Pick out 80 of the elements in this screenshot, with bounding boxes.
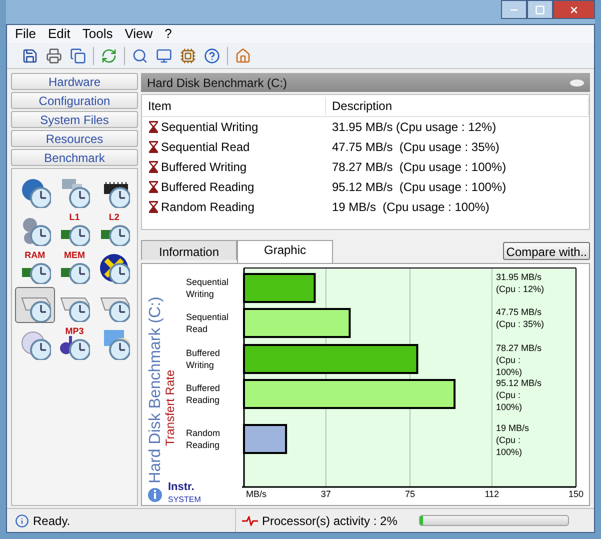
hourglass-icon (149, 201, 158, 213)
menu-item[interactable]: View (124, 24, 153, 44)
axis-title: Transfert Rate (163, 370, 177, 446)
value-label: 31.95 MB/s (Cpu : 12%) (496, 272, 544, 294)
value-label: 47.75 MB/s (Cpu : 35%) (496, 307, 544, 329)
copy-icon[interactable] (69, 46, 87, 64)
menu-item[interactable]: File (15, 24, 36, 44)
music-stopwatch-icon (58, 336, 90, 360)
table-cell-text: 31.95 MB/s (Cpu usage : 12%) (331, 119, 498, 136)
close-icon (569, 4, 579, 14)
column-header[interactable]: Description (326, 96, 589, 114)
close-button[interactable] (553, 0, 595, 19)
chip-icon[interactable] (179, 46, 197, 64)
tab[interactable]: Graphic (237, 240, 333, 263)
table-cell-text: Buffered Writing (161, 159, 247, 176)
maximize-button[interactable] (527, 0, 553, 19)
benchmark-tool-button[interactable]: L2 (94, 211, 134, 247)
memory-stopwatch-icon (58, 222, 90, 246)
tick-label: 150 (568, 489, 584, 499)
sidebar-section-button[interactable]: Configuration (11, 92, 138, 109)
benchmark-tool-button[interactable]: L1 (54, 211, 94, 247)
category-label: Buffered Reading (186, 383, 220, 405)
status-text: Ready. (33, 512, 70, 530)
category-label: Sequential Writing (186, 277, 229, 299)
hourglass-icon (149, 121, 158, 133)
benchmark-tool-button[interactable]: RAM (15, 249, 55, 285)
value-label: 19 MB/s (Cpu : 100%) (496, 423, 530, 457)
cross-stopwatch-icon (98, 252, 130, 284)
sidebar-section-button[interactable]: Resources (11, 130, 138, 147)
tick-label: 37 (320, 489, 331, 499)
category-label: Random Reading (186, 428, 220, 450)
menu-item[interactable]: Edit (48, 24, 70, 44)
column-header[interactable]: Item (142, 96, 326, 114)
printer-icon[interactable] (45, 46, 63, 64)
table-cell-text: 47.75 MB/s (Cpu usage : 35%) (331, 139, 500, 156)
monitor-icon[interactable] (155, 46, 173, 64)
value-label: 95.12 MB/s (Cpu : 100%) (496, 378, 542, 412)
tick-label: MB/s (246, 489, 267, 499)
benchmark-tool-button[interactable]: MEM (54, 249, 94, 285)
minimize-button[interactable] (501, 0, 527, 19)
table-cell-text: 95.12 MB/s (Cpu usage : 100%) (331, 179, 508, 196)
memory-stopwatch-icon (58, 260, 90, 284)
table-cell-text: Sequential Read (161, 139, 250, 156)
table-cell-text: 19 MB/s (Cpu usage : 100%) (331, 199, 490, 216)
menu-item[interactable]: ? (164, 24, 172, 44)
table-cell-text: Buffered Reading (161, 179, 254, 196)
compare-button[interactable]: Compare with.. (503, 242, 590, 260)
memory-stopwatch-icon (98, 222, 130, 246)
hourglass-icon (149, 181, 158, 193)
pulse-icon (242, 516, 258, 526)
category-label: Buffered Writing (186, 348, 220, 370)
save-icon[interactable] (21, 46, 39, 64)
info-icon (148, 488, 162, 502)
tab[interactable]: Information (141, 240, 237, 260)
drive-icon (570, 78, 584, 86)
table-cell-text: 78.27 MB/s (Cpu usage : 100%) (331, 159, 508, 176)
brand-label: Instr. (168, 481, 194, 493)
panel-title: Hard Disk Benchmark (C:) (147, 74, 288, 92)
activity-text: Processor(s) activity : 2% (262, 512, 398, 530)
chart-title: Hard Disk Benchmark (C:) (147, 296, 164, 484)
hourglass-icon (149, 161, 158, 173)
table-cell-text: Sequential Writing (161, 119, 258, 136)
benchmark-tool-button[interactable]: MP3 (54, 325, 94, 361)
menu-item[interactable]: Tools (82, 24, 113, 44)
help-icon[interactable] (203, 46, 221, 64)
search-icon[interactable] (131, 46, 149, 64)
category-label: Sequential Read (186, 312, 229, 334)
info-icon (15, 514, 29, 528)
value-label: 78.27 MB/s (Cpu : 100%) (496, 343, 542, 377)
tick-label: 112 (484, 489, 500, 499)
sidebar-section-button[interactable]: System Files (11, 111, 138, 128)
hourglass-icon (149, 141, 158, 153)
refresh-icon[interactable] (100, 46, 118, 64)
table-cell-text: Random Reading (161, 199, 254, 216)
home-icon[interactable] (234, 46, 252, 64)
sidebar-section-button[interactable]: Benchmark (11, 149, 138, 166)
tick-label: 75 (405, 489, 415, 499)
brand-label: SYSTEM (168, 495, 201, 504)
sidebar-section-button[interactable]: Hardware (11, 73, 138, 90)
maximize-icon (535, 4, 545, 14)
